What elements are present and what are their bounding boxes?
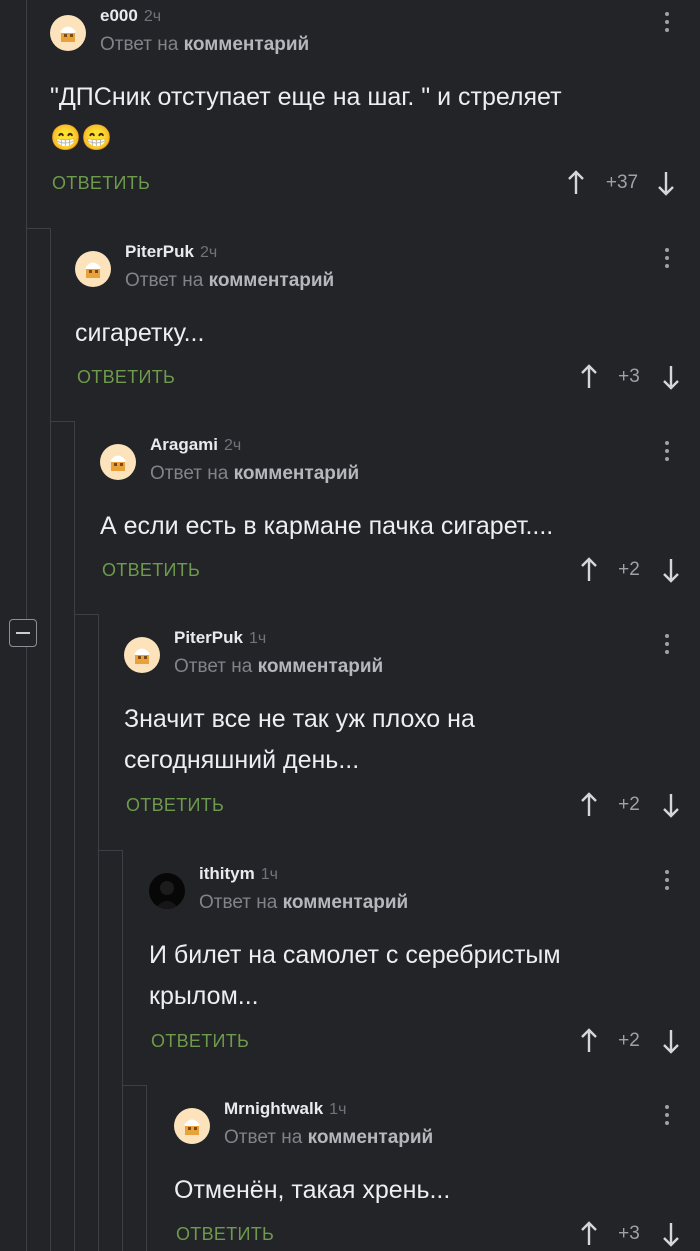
reply-button[interactable]: ОТВЕТИТЬ [151,1031,249,1052]
arrow-up-icon[interactable] [580,1028,598,1054]
comment-author[interactable]: e000 2ч [100,6,161,26]
thread-line-5 [122,850,123,1251]
comment-text: сигаретку... [75,319,205,347]
chef-avatar-icon[interactable] [174,1108,210,1144]
arrow-down-icon[interactable] [662,1028,680,1054]
vote-controls: +3 [580,1221,680,1247]
chef-avatar-icon[interactable] [75,251,111,287]
vote-score: +2 [618,794,640,815]
comment-author[interactable]: PiterPuk 2ч [125,242,217,262]
comment-text: Отменён, такая хрень... [174,1176,451,1204]
comment-5: ithitym 1ч Ответ на комментарий И билет н… [149,858,700,1085]
kebab-menu-icon[interactable] [665,870,669,890]
reply-to: Ответ на комментарий [174,656,384,677]
reply-to-link[interactable]: комментарий [308,1127,434,1148]
reply-to-link[interactable]: комментарий [184,34,310,55]
comment-time: 1ч [329,1101,347,1118]
thread-divider-4 [98,850,122,851]
comment-6: Mrnightwalk 1ч Ответ на комментарий Отмен… [174,1093,700,1251]
thread-divider-2 [50,421,74,422]
comment-1: e000 2ч Ответ на комментарий "ДПСник отст… [50,0,700,228]
comment-time: 1ч [248,630,267,647]
reply-to-link[interactable]: комментарий [209,270,335,291]
thread-line-2 [50,228,51,1251]
thread-line-6 [146,1085,147,1251]
reply-to: Ответ на комментарий [100,34,310,55]
arrow-up-icon[interactable] [580,792,598,818]
comment-author[interactable]: Mrnightwalk 1ч [224,1099,346,1119]
reply-button[interactable]: ОТВЕТИТЬ [102,560,200,581]
arrow-down-icon[interactable] [657,170,675,196]
comment-text: А если есть в кармане пачка сигарет.... [100,512,554,540]
arrow-down-icon[interactable] [662,557,680,583]
chef-avatar-icon[interactable] [124,637,160,673]
comment-time: 2ч [143,8,162,25]
thread-line-4 [98,614,99,1251]
reply-button[interactable]: ОТВЕТИТЬ [77,367,175,388]
thread-divider-3 [74,614,98,615]
thread-divider-1 [26,228,50,229]
reply-button[interactable]: ОТВЕТИТЬ [52,173,150,194]
comment-author[interactable]: ithitym 1ч [199,864,278,884]
reply-to-link[interactable]: комментарий [234,463,360,484]
kebab-menu-icon[interactable] [665,248,669,268]
reply-to: Ответ на комментарий [150,463,360,484]
comment-4: PiterPuk 1ч Ответ на комментарий Значит в… [124,622,700,850]
comment-text: "ДПСник отступает еще на шаг. " и стреля… [50,83,562,152]
reply-to: Ответ на комментарий [125,270,335,291]
vote-controls: +2 [580,792,680,818]
reply-to-link[interactable]: комментарий [283,892,409,913]
vote-controls: +2 [580,1028,680,1054]
comment-author[interactable]: PiterPuk 1ч [174,628,266,648]
vote-score: +3 [618,1223,640,1244]
vote-score: +2 [618,559,640,580]
comment-time: 1ч [260,866,278,883]
comment-text: И билет на самолет с серебристым крылом.… [149,941,561,1010]
vote-controls: +3 [580,364,680,390]
reply-to-link[interactable]: комментарий [258,656,384,677]
kebab-menu-icon[interactable] [665,12,669,32]
comment-time: 2ч [224,437,242,454]
collapse-minus-icon [16,632,30,634]
chef-avatar-icon[interactable] [50,15,86,51]
vote-controls: +2 [580,557,680,583]
reply-to: Ответ на комментарий [199,892,409,913]
arrow-down-icon[interactable] [662,792,680,818]
vote-score: +2 [618,1030,640,1051]
reply-button[interactable]: ОТВЕТИТЬ [126,795,224,816]
kebab-menu-icon[interactable] [665,634,669,654]
arrow-down-icon[interactable] [662,1221,680,1247]
comment-2: PiterPuk 2ч Ответ на комментарий сигаретк… [75,236,700,421]
comment-emoji: 😁😁 [50,124,113,152]
thread-divider-5 [122,1085,146,1086]
arrow-up-icon[interactable] [580,1221,598,1247]
comment-3: Aragami 2ч Ответ на комментарий А если ес… [100,429,700,614]
arrow-down-icon[interactable] [662,364,680,390]
vote-score: +3 [618,366,640,387]
reply-to: Ответ на комментарий [224,1127,434,1148]
comment-text: Значит все не так уж плохо на сегодняшни… [124,705,475,774]
vote-controls: +37 [567,170,677,196]
arrow-up-icon[interactable] [580,557,598,583]
kebab-menu-icon[interactable] [665,441,669,461]
arrow-up-icon[interactable] [580,364,598,390]
arrow-up-icon[interactable] [567,170,585,196]
kebab-menu-icon[interactable] [665,1105,669,1125]
comment-author[interactable]: Aragami 2ч [150,435,241,455]
chef-avatar-icon[interactable] [100,444,136,480]
comment-time: 2ч [199,244,218,261]
thread-line-3 [74,421,75,1251]
user-avatar[interactable] [149,873,185,909]
vote-score: +37 [605,172,639,193]
collapse-thread-button[interactable] [9,619,37,647]
reply-button[interactable]: ОТВЕТИТЬ [176,1224,274,1245]
